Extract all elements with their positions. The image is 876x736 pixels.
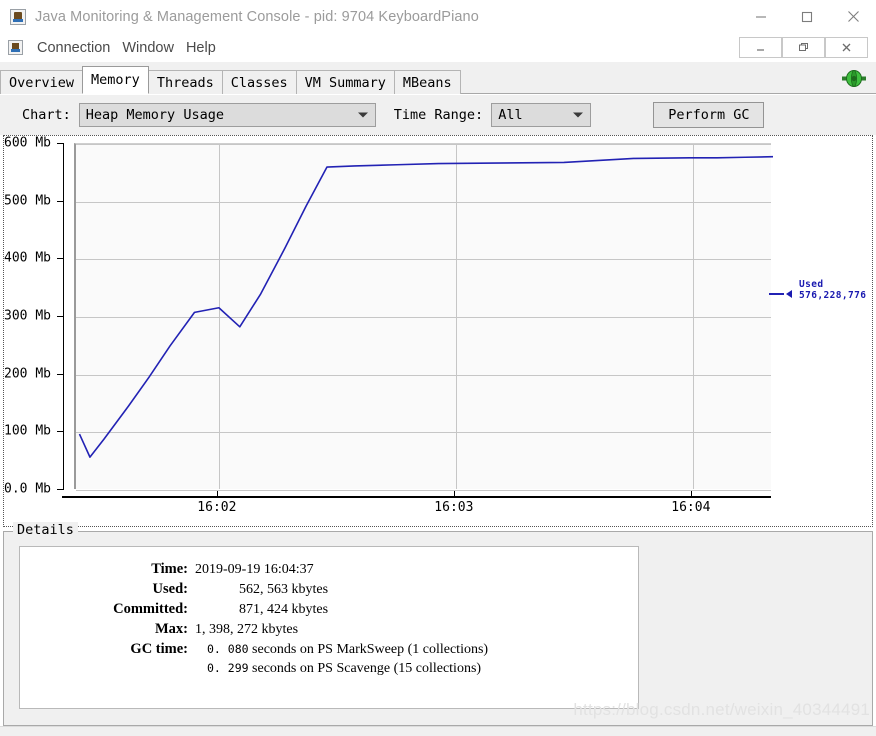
chart-y-tick-label: 100 Mb [4,423,51,439]
chart-y-tick-mark [57,258,64,260]
chart-select[interactable]: Heap Memory Usage [78,103,376,127]
chart-select-label: Chart: [22,107,71,123]
details-gc-description: seconds on PS MarkSweep (1 collections) [248,642,489,657]
perform-gc-label: Perform GC [668,107,750,123]
chart-controls-bar: Chart: Heap Memory Usage Time Range: All… [0,95,876,135]
tab-threads-label: Threads [156,74,214,91]
chart-x-tick-label: 16:04 [671,500,711,515]
details-row-label: GC time: [130,641,188,657]
details-row: 0. 299 seconds on PS Scavenge (15 collec… [20,661,638,681]
memory-chart-panel[interactable]: 600 Mb 500 Mb 400 Mb 300 Mb 200 Mb 100 Mb 0.0 … [3,135,873,527]
chart-y-tick-mark [57,143,64,144]
time-range-value: All [498,107,523,123]
chart-y-tick-mark [57,316,64,317]
tab-mbeans[interactable]: MBeans [393,70,461,94]
details-row-label: Time: [151,561,188,577]
chart-y-tick-label: 600 Mb [4,135,51,151]
legend-series-name: Used [799,279,824,290]
details-row-value: 2019-09-19 16:04:37 [195,562,314,577]
window-controls [738,0,876,33]
tab-overview-label: Overview [9,74,75,91]
chart-y-tick-label: 400 Mb [4,250,51,266]
maximize-icon[interactable] [784,0,830,33]
details-row: Used: 562, 563 kbytes [20,581,638,601]
tab-strip: Overview Memory Threads Classes VM Summa… [0,62,876,94]
time-range-select[interactable]: All [491,103,592,127]
window-title: Java Monitoring & Management Console - p… [35,8,479,25]
details-row: GC time: 0. 080 seconds on PS MarkSweep (… [20,641,638,661]
details-gc-seconds: 0. 080 [207,642,249,656]
green-plug-connected-icon [840,69,868,88]
details-content: Time: 2019-09-19 16:04:37 Used: 562, 563 kb… [19,546,639,709]
chart-x-tick-mark [453,491,455,497]
tab-memory-label: Memory [91,72,140,88]
details-gc-seconds: 0. 299 [207,661,249,675]
details-row-label: Max: [154,621,188,637]
chart-x-tick-mark [690,491,692,497]
details-row-value: 1, 398, 272 kbytes [195,622,299,637]
title-bar: Java Monitoring & Management Console - p… [0,0,876,33]
internal-minimize-button[interactable] [739,37,782,58]
tab-vm-summary[interactable]: VM Summary [295,70,395,94]
chart-gridline-horizontal [76,490,771,491]
chart-y-tick-label: 200 Mb [4,366,51,382]
menu-item-connection[interactable]: Connection [31,40,116,56]
internal-frame-controls [739,37,868,58]
chart-x-tick-label: 16:03 [434,500,474,515]
details-table: Time: 2019-09-19 16:04:37 Used: 562, 563 kb… [20,561,638,681]
close-icon[interactable] [830,0,876,33]
tab-threads[interactable]: Threads [147,70,223,94]
memory-chart-plot[interactable] [74,143,773,491]
legend-series-value: 576,228,776 [799,290,867,301]
chart-select-value: Heap Memory Usage [85,107,224,123]
details-panel-title: Details [13,522,78,538]
tab-overview[interactable]: Overview [0,70,84,94]
jconsole-window: Java Monitoring & Management Console - p… [0,0,876,736]
chart-x-tick-label: 16:02 [197,500,237,515]
legend-arrow-icon [786,290,792,298]
time-range-label: Time Range: [393,107,484,123]
chart-y-tick-label: 300 Mb [4,308,51,324]
details-row: Time: 2019-09-19 16:04:37 [20,561,638,581]
details-gc-description: seconds on PS Scavenge (15 collections) [248,661,482,676]
chart-y-tick-mark [57,200,64,202]
details-row-value: 0. 299 seconds on PS Scavenge (15 collec… [195,661,481,677]
details-row-value: 0. 080 seconds on PS MarkSweep (1 collec… [195,642,488,658]
details-row: Max: 1, 398, 272 kbytes [20,621,638,641]
internal-close-button[interactable] [825,37,868,58]
chart-y-tick-mark [57,373,64,375]
chart-x-axis-line [62,496,771,498]
tab-classes[interactable]: Classes [221,70,297,94]
minimize-icon[interactable] [738,0,784,33]
details-row-value: 562, 563 kbytes [239,582,329,597]
internal-restore-button[interactable] [782,37,825,58]
chart-y-tick-label: 500 Mb [4,193,51,209]
chart-y-tick-mark [57,489,64,490]
chart-legend: Used 576,228,776 [769,279,867,301]
details-row-label: Used: [152,581,188,597]
tab-vm-summary-label: VM Summary [304,74,386,91]
chevron-down-icon [573,112,584,118]
chart-series-used [78,155,773,458]
menu-item-window[interactable]: Window [116,40,180,56]
legend-line-swatch [769,293,784,295]
java-coffee-cup-icon [8,40,23,55]
details-row-label: Committed: [113,601,188,617]
menu-item-help[interactable]: Help [180,40,222,56]
tab-memory[interactable]: Memory [82,66,149,94]
details-row-value: 871, 424 kbytes [239,602,329,617]
chart-y-tick-mark [57,431,64,433]
chart-y-tick-label: 0.0 Mb [4,481,51,497]
perform-gc-button[interactable]: Perform GC [653,102,765,128]
tab-classes-label: Classes [230,74,288,91]
java-coffee-cup-icon [10,8,26,25]
details-row: Committed: 871, 424 kbytes [20,601,638,621]
chevron-down-icon [357,112,368,118]
status-strip [0,726,876,736]
chart-x-tick-mark [216,491,218,497]
tab-strip-filler [460,92,876,93]
details-panel: Details Time: 2019-09-19 16:04:37 Used: 562… [3,522,873,726]
tab-mbeans-label: MBeans [402,74,452,91]
